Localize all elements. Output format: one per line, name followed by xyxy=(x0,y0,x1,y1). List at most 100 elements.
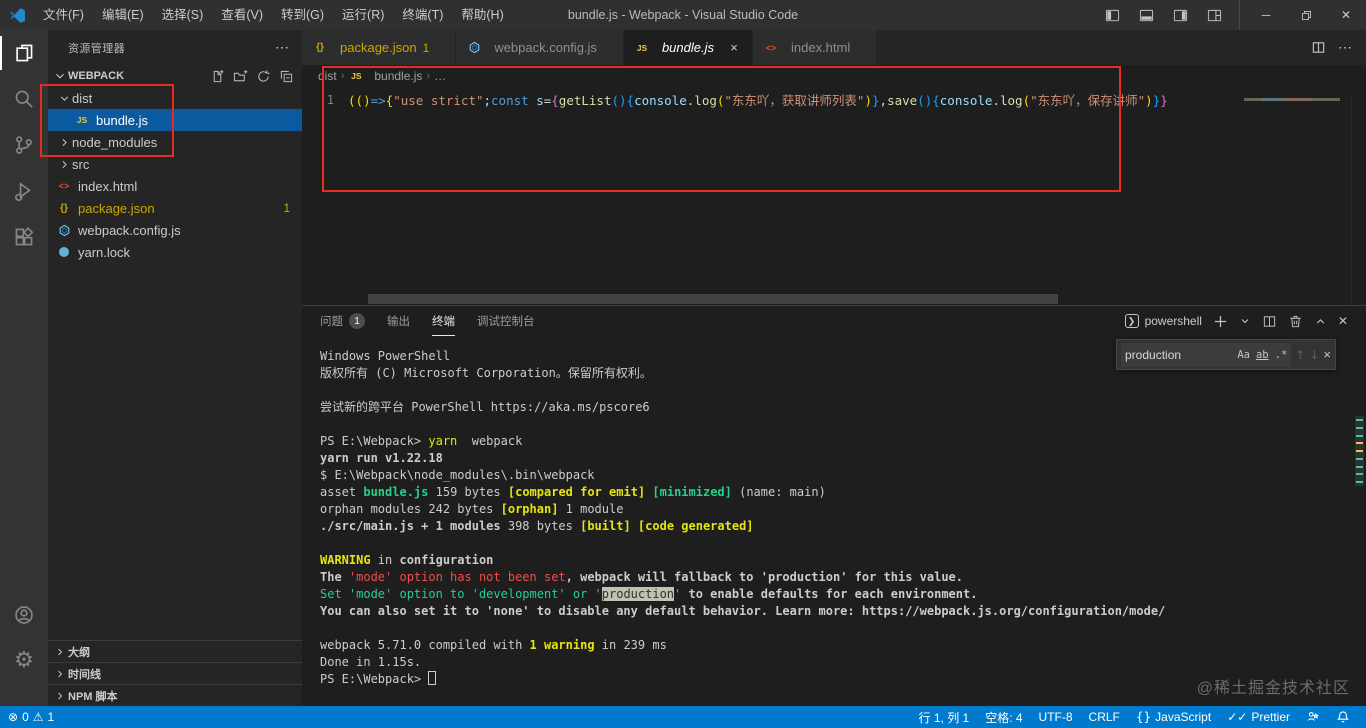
tab-webpack-config-js[interactable]: webpack.config.js xyxy=(456,30,624,65)
editor-more-actions-icon[interactable]: ⋯ xyxy=(1338,39,1352,56)
find-input[interactable]: production Aa ab .* xyxy=(1121,342,1292,367)
terminal-text: 159 bytes xyxy=(428,485,508,499)
menu-help[interactable]: 帮助(H) xyxy=(452,0,512,30)
find-previous-icon[interactable]: ↑ xyxy=(1295,348,1305,362)
tree-item-node-modules[interactable]: node_modules xyxy=(48,131,302,153)
status-notifications[interactable] xyxy=(1328,706,1358,728)
menu-file[interactable]: 文件(F) xyxy=(34,0,93,30)
shell-selector[interactable]: ❯ powershell xyxy=(1124,314,1202,328)
panel-tabs: 问题 1 输出 终端 调试控制台 xyxy=(320,306,557,336)
editor-horizontal-scrollbar[interactable] xyxy=(368,294,1058,304)
customize-layout-icon[interactable] xyxy=(1199,0,1229,30)
menu-terminal[interactable]: 终端(T) xyxy=(393,0,452,30)
toggle-panel-icon[interactable] xyxy=(1131,0,1161,30)
menu-run[interactable]: 运行(R) xyxy=(333,0,393,30)
new-terminal-icon[interactable] xyxy=(1213,314,1228,329)
tree-item-yarn-lock[interactable]: yarn.lock xyxy=(48,241,302,263)
minimize-button[interactable]: ─ xyxy=(1246,0,1286,30)
menu-go[interactable]: 转到(G) xyxy=(272,0,333,30)
close-find-icon[interactable]: × xyxy=(1323,347,1331,362)
minimap[interactable] xyxy=(1240,94,1352,319)
terminal-text: You can also set it to 'none' to disable… xyxy=(320,604,1166,618)
tree-item-label: index.html xyxy=(78,178,138,194)
tab-bundle-js[interactable]: JS bundle.js × xyxy=(623,30,753,65)
maximize-panel-icon[interactable] xyxy=(1314,315,1327,328)
split-editor-icon[interactable] xyxy=(1311,40,1326,55)
collapse-folders-icon[interactable] xyxy=(279,69,294,84)
feedback-icon xyxy=(1306,710,1320,724)
activity-explorer-icon[interactable] xyxy=(0,30,48,76)
code-token: () xyxy=(611,93,627,108)
regex-icon[interactable]: .* xyxy=(1275,349,1288,361)
menu-edit[interactable]: 编辑(E) xyxy=(93,0,153,30)
breadcrumb-item[interactable]: dist xyxy=(318,69,337,83)
breadcrumb-item[interactable]: bundle.js xyxy=(374,69,422,83)
activity-settings-icon[interactable]: ⚙ xyxy=(0,638,48,684)
explorer-more-actions-icon[interactable]: ⋯ xyxy=(275,39,290,56)
tree-item-index-html[interactable]: <> index.html xyxy=(48,175,302,197)
sidebar-section-0[interactable]: 大纲 xyxy=(48,640,302,662)
terminal-scrollbar[interactable] xyxy=(1355,416,1364,486)
find-query[interactable]: production xyxy=(1125,348,1231,362)
problems-indicator[interactable]: ⊗ 0 ⚠ 1 xyxy=(0,706,62,728)
breadcrumb-item[interactable]: … xyxy=(434,69,446,83)
terminal-output[interactable]: Windows PowerShell 版权所有 (C) Microsoft Cor… xyxy=(320,348,1320,688)
close-panel-icon[interactable]: ✕ xyxy=(1338,314,1348,328)
panel-tab-0[interactable]: 问题 1 xyxy=(320,306,365,336)
status-eol[interactable]: CRLF xyxy=(1081,706,1128,728)
tree-item-webpack-config-js[interactable]: webpack.config.js xyxy=(48,219,302,241)
yarn-file-icon xyxy=(56,247,72,257)
code-editor[interactable]: 1 (()=>{"use strict";const s={getList(){… xyxy=(302,90,1366,319)
split-terminal-icon[interactable] xyxy=(1262,314,1277,329)
status-feedback[interactable] xyxy=(1298,706,1328,728)
menu-selection[interactable]: 选择(S) xyxy=(153,0,213,30)
chevron-down-icon xyxy=(56,92,72,105)
status-formatter[interactable]: ✓✓ Prettier xyxy=(1219,706,1298,728)
terminal-text: bundle.js xyxy=(363,485,429,499)
terminal-line: asset bundle.js 159 bytes [compared for … xyxy=(320,484,1320,501)
tree-item-package-json[interactable]: {} package.json 1 xyxy=(48,197,302,219)
activity-search-icon[interactable] xyxy=(0,76,48,122)
activity-source-control-icon[interactable] xyxy=(0,122,48,168)
warning-count: 1 xyxy=(47,710,55,724)
status-indentation[interactable]: 空格: 4 xyxy=(977,706,1030,728)
toggle-secondary-sidebar-icon[interactable] xyxy=(1165,0,1195,30)
refresh-icon[interactable] xyxy=(256,69,271,84)
close-window-button[interactable]: ✕ xyxy=(1326,0,1366,30)
close-tab-icon[interactable]: × xyxy=(726,40,742,55)
launch-profile-chevron-icon[interactable] xyxy=(1239,315,1251,327)
panel-tab-3[interactable]: 调试控制台 xyxy=(477,306,535,336)
tree-item-src[interactable]: src xyxy=(48,153,302,175)
status-encoding[interactable]: UTF-8 xyxy=(1031,706,1081,728)
activity-account-icon[interactable] xyxy=(0,592,48,638)
new-folder-icon[interactable] xyxy=(233,69,248,84)
whole-word-icon[interactable]: ab xyxy=(1256,349,1269,361)
explorer-sidebar: 资源管理器 ⋯ WEBPACK dist JS bundle.js node_modu… xyxy=(48,30,302,706)
title-bar: 文件(F) 编辑(E) 选择(S) 查看(V) 转到(G) 运行(R) 终端(T) 帮助(H)… xyxy=(0,0,1366,30)
terminal-line: The 'mode' option has not been set, webp… xyxy=(320,569,1320,586)
menu-view[interactable]: 查看(V) xyxy=(212,0,272,30)
new-file-icon[interactable] xyxy=(210,69,225,84)
terminal-find-widget: production Aa ab .* ↑ ↓ × xyxy=(1116,339,1336,370)
status-language-mode[interactable]: {} JavaScript xyxy=(1128,706,1219,728)
file-tree: dist JS bundle.js node_modules src <> index.ht… xyxy=(48,87,302,263)
panel-tab-1[interactable]: 输出 xyxy=(387,306,410,336)
tab-package-json[interactable]: {} package.json 1 xyxy=(302,30,457,65)
sidebar-section-1[interactable]: 时间线 xyxy=(48,662,302,684)
sidebar-section-label: 大纲 xyxy=(68,646,90,659)
activity-extensions-icon[interactable] xyxy=(0,214,48,260)
workspace-section-header[interactable]: WEBPACK xyxy=(48,65,302,87)
kill-terminal-icon[interactable] xyxy=(1288,314,1303,329)
panel-tab-2[interactable]: 终端 xyxy=(432,306,455,336)
sidebar-section-2[interactable]: NPM 脚本 xyxy=(48,684,302,706)
find-next-icon[interactable]: ↓ xyxy=(1309,348,1319,362)
tree-item-bundle-js[interactable]: JS bundle.js xyxy=(48,109,302,131)
breadcrumb[interactable]: dist › JS bundle.js ›… xyxy=(302,65,1366,87)
activity-run-debug-icon[interactable] xyxy=(0,168,48,214)
match-case-icon[interactable]: Aa xyxy=(1237,349,1250,361)
tab-index-html[interactable]: <> index.html xyxy=(752,30,878,65)
restore-button[interactable] xyxy=(1286,0,1326,30)
tree-item-dist[interactable]: dist xyxy=(48,87,302,109)
status-cursor-position[interactable]: 行 1, 列 1 xyxy=(911,706,978,728)
toggle-sidebar-icon[interactable] xyxy=(1097,0,1127,30)
